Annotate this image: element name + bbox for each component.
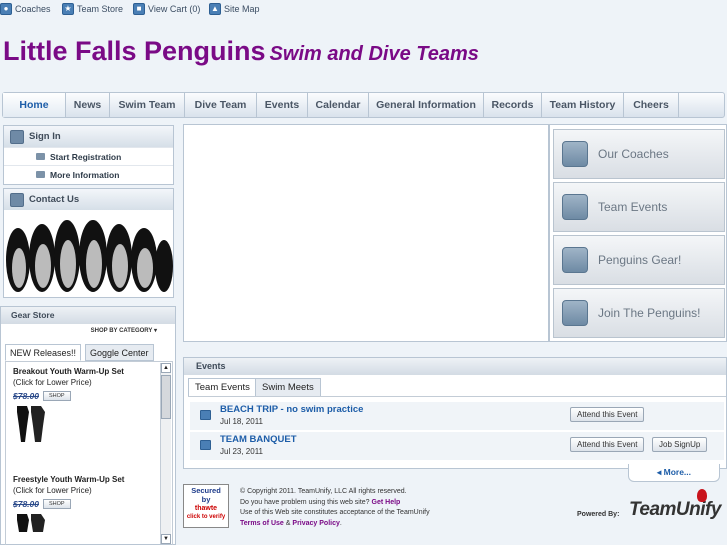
- attend-event-button[interactable]: Attend this Event: [570, 437, 645, 452]
- contact-icon: [10, 192, 24, 207]
- tab-general-information[interactable]: General Information: [369, 93, 484, 117]
- event-date: Jul 23, 2011: [220, 447, 263, 456]
- product-scrollbar[interactable]: ▲ ▼: [160, 363, 171, 544]
- more-information-link[interactable]: More Information: [4, 165, 173, 183]
- tab-events[interactable]: Events: [257, 93, 308, 117]
- tab-swim-team[interactable]: Swim Team: [110, 93, 185, 117]
- product-price: $78.00: [13, 499, 39, 509]
- sign-in-panel: Sign In Start Registration More Informat…: [3, 125, 174, 185]
- top-utility-bar: ● Coaches ★ Team Store ■ View Cart (0) ▲…: [0, 0, 727, 20]
- coaches-link[interactable]: ● Coaches: [0, 3, 51, 15]
- terms-of-use-link[interactable]: Terms of Use: [240, 520, 284, 527]
- tab-cheers[interactable]: Cheers: [624, 93, 679, 117]
- events-title: Events: [184, 358, 726, 375]
- shirt-icon: [562, 247, 588, 273]
- sitemap-icon: ▲: [209, 3, 221, 15]
- join-penguins-button[interactable]: Join The Penguins!: [553, 288, 725, 338]
- calendar-icon: [200, 410, 211, 420]
- events-list: BEACH TRIP - no swim practice Jul 18, 20…: [188, 396, 726, 460]
- scroll-thumb[interactable]: [161, 375, 171, 419]
- cart-icon: ■: [133, 3, 145, 15]
- tab-team-history[interactable]: Team History: [542, 93, 624, 117]
- sign-in-header[interactable]: Sign In: [4, 126, 173, 147]
- scroll-down-arrow-icon[interactable]: ▼: [161, 534, 171, 544]
- tab-goggle-center[interactable]: Goggle Center: [85, 344, 154, 361]
- store-icon: ★: [62, 3, 74, 15]
- privacy-policy-link[interactable]: Privacy Policy: [292, 520, 339, 527]
- penguins-logo: [6, 220, 173, 292]
- more-events-link[interactable]: ◂ More...: [628, 464, 720, 482]
- penguins-gear-button[interactable]: Penguins Gear!: [553, 235, 725, 285]
- shop-button[interactable]: SHOP: [43, 391, 71, 401]
- teamunify-logo[interactable]: TeamUnify: [629, 499, 721, 521]
- team-events-button[interactable]: Team Events: [553, 182, 725, 232]
- gear-store-panel: Gear Store SHOP BY CATEGORY ▾ NEW Releas…: [0, 306, 176, 545]
- quick-links-panel: Our Coaches Team Events Penguins Gear! J…: [549, 124, 727, 342]
- site-map-link[interactable]: ▲ Site Map: [209, 3, 260, 15]
- product-item[interactable]: Breakout Youth Warm-Up Set (Click for Lo…: [13, 366, 158, 446]
- event-row: TEAM BANQUET Jul 23, 2011 Attend this Ev…: [190, 432, 724, 460]
- start-registration-link[interactable]: Start Registration: [4, 147, 173, 165]
- events-panel: Events Team Events Swim Meets BEACH TRIP…: [183, 357, 727, 469]
- tab-home[interactable]: Home: [3, 93, 66, 117]
- security-seal[interactable]: Secured by thawte click to verify: [183, 484, 229, 528]
- job-signup-button[interactable]: Job SignUp: [652, 437, 708, 452]
- product-item[interactable]: Freestyle Youth Warm-Up Set (Click for L…: [13, 474, 158, 534]
- attend-event-button[interactable]: Attend this Event: [570, 407, 645, 422]
- whistle-icon: [562, 141, 588, 167]
- info-icon: [36, 171, 45, 178]
- event-date: Jul 18, 2011: [220, 417, 263, 426]
- tab-news[interactable]: News: [66, 93, 110, 117]
- tab-new-releases[interactable]: NEW Releases!!: [5, 344, 82, 361]
- warmup-suit-image: [17, 406, 45, 442]
- contact-panel: Contact Us: [3, 188, 174, 298]
- main-media-area[interactable]: [183, 124, 549, 342]
- product-list: Breakout Youth Warm-Up Set (Click for Lo…: [5, 361, 173, 545]
- team-store-link[interactable]: ★ Team Store: [62, 3, 123, 15]
- team-name: Little Falls Penguins: [3, 36, 266, 66]
- main-nav: Home News Swim Team Dive Team Events Cal…: [2, 92, 725, 118]
- team-subtitle: Swim and Dive Teams: [269, 43, 479, 65]
- product-name[interactable]: Breakout Youth Warm-Up Set: [13, 366, 158, 377]
- scroll-up-arrow-icon[interactable]: ▲: [161, 363, 171, 373]
- our-coaches-button[interactable]: Our Coaches: [553, 129, 725, 179]
- calendar-icon: [200, 440, 211, 450]
- registration-icon: [36, 153, 45, 160]
- product-name[interactable]: Freestyle Youth Warm-Up Set: [13, 474, 158, 485]
- coaches-icon: ●: [0, 3, 12, 15]
- event-name[interactable]: BEACH TRIP - no swim practice: [220, 404, 363, 415]
- powered-by-label: Powered By:: [577, 511, 620, 518]
- event-row: BEACH TRIP - no swim practice Jul 18, 20…: [190, 402, 724, 430]
- product-price: $78.00: [13, 391, 39, 401]
- gear-store-title: Gear Store: [1, 307, 175, 324]
- shop-by-category[interactable]: SHOP BY CATEGORY ▾: [91, 327, 157, 334]
- sign-in-icon: [10, 129, 24, 144]
- shop-button[interactable]: SHOP: [43, 499, 71, 509]
- product-note: (Click for Lower Price): [13, 486, 92, 495]
- tab-records[interactable]: Records: [484, 93, 542, 117]
- view-cart-link[interactable]: ■ View Cart (0): [133, 3, 200, 15]
- flame-icon: [697, 489, 707, 502]
- contact-us-header[interactable]: Contact Us: [4, 189, 173, 210]
- get-help-link[interactable]: Get Help: [372, 499, 401, 506]
- tab-swim-meets[interactable]: Swim Meets: [255, 378, 321, 397]
- event-name[interactable]: TEAM BANQUET: [220, 434, 297, 445]
- tab-team-events[interactable]: Team Events: [188, 378, 257, 397]
- site-title: Little Falls Penguins Swim and Dive Teams: [3, 36, 479, 67]
- copyright-text: © Copyright 2011. TeamUnify, LLC All rig…: [240, 488, 430, 527]
- umbrella-icon: [562, 194, 588, 220]
- tab-calendar[interactable]: Calendar: [308, 93, 369, 117]
- swimmer-icon: [562, 300, 588, 326]
- warmup-suit-image: [17, 514, 45, 532]
- product-note: (Click for Lower Price): [13, 378, 92, 387]
- tab-dive-team[interactable]: Dive Team: [185, 93, 257, 117]
